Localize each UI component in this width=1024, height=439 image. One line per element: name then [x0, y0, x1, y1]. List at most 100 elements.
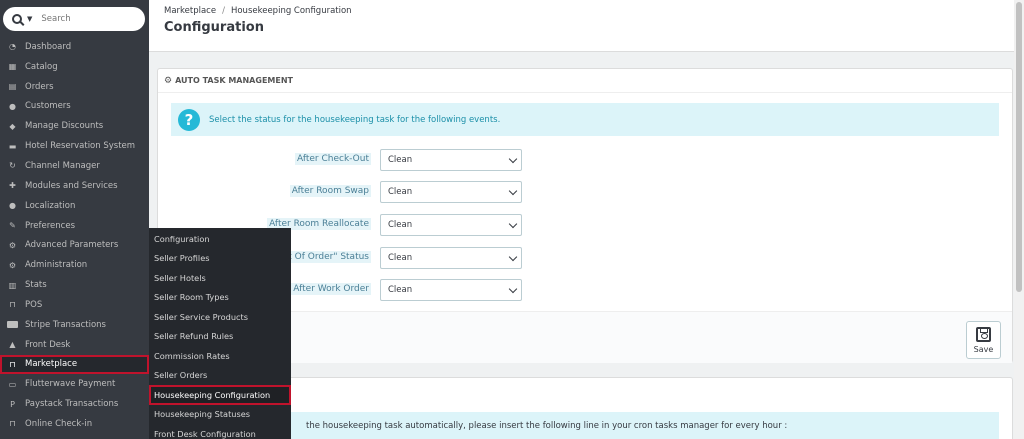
search-box[interactable]: ▼ [3, 7, 145, 31]
sidebar: ▼ ◔ Dashboard ▦ Catalog ▤ Orders ● Customers… [0, 0, 149, 439]
sidebar-item-label: Modules and Services [25, 180, 118, 191]
page-title: Configuration [164, 20, 264, 35]
field-label: After Room Swap [289, 185, 371, 197]
sidebar-item-label: Online Check-in [25, 418, 93, 429]
sidebar-item-catalog[interactable]: ▦ Catalog [0, 57, 149, 77]
cogs-icon: ⚙ [164, 75, 173, 86]
search-icon[interactable] [12, 14, 22, 24]
sidebar-item-paystack-transactions[interactable]: P Paystack Transactions [0, 394, 149, 414]
chevron-down-icon [508, 154, 518, 164]
sidebar-item-stats[interactable]: ▥ Stats [0, 275, 149, 295]
sidebar-item-manage-discounts[interactable]: ◆ Manage Discounts [0, 116, 149, 136]
gear-icon: ⚙ [8, 260, 17, 270]
chevron-down-icon [508, 219, 518, 229]
submenu-item-seller-service-products[interactable]: Seller Service Products [149, 307, 291, 327]
sidebar-item-label: Orders [25, 81, 54, 92]
submenu-item-seller-profiles[interactable]: Seller Profiles [149, 249, 291, 269]
field-label: t Of Order" Status [286, 251, 371, 263]
breadcrumb: Marketplace / Housekeeping Configuration [164, 6, 352, 16]
cron-info-text: the housekeeping task automatically, ple… [306, 421, 788, 431]
sidebar-item-administration[interactable]: ⚙ Administration [0, 255, 149, 275]
sidebar-menu: ◔ Dashboard ▦ Catalog ▤ Orders ● Customers ◆… [0, 37, 149, 434]
status-select-after-checkout[interactable]: Clean [380, 149, 522, 171]
submenu-item-seller-hotels[interactable]: Seller Hotels [149, 268, 291, 288]
save-label: Save [973, 344, 994, 354]
page-header: Marketplace / Housekeeping Configuration C… [149, 0, 1024, 52]
sidebar-item-label: Stripe Transactions [25, 319, 106, 330]
submenu-item-seller-room-types[interactable]: Seller Room Types [149, 288, 291, 308]
submenu-item-housekeeping-configuration[interactable]: Housekeeping Configuration [149, 385, 291, 405]
submenu-item-seller-orders[interactable]: Seller Orders [149, 366, 291, 386]
orders-icon: ▤ [8, 82, 17, 92]
bar-chart-icon: ▥ [8, 280, 17, 290]
sidebar-item-online-check-in[interactable]: ⊓ Online Check-in [0, 414, 149, 434]
sidebar-item-label: Dashboard [25, 41, 72, 52]
sidebar-item-label: POS [25, 299, 43, 310]
breadcrumb-current: Housekeeping Configuration [230, 6, 352, 16]
stripe-icon [7, 321, 18, 329]
marketplace-submenu: Configuration Seller Profiles Seller Hot… [149, 228, 291, 439]
scrollbar-thumb[interactable] [1016, 2, 1022, 292]
status-select-after-work-order[interactable]: Clean [380, 279, 522, 301]
bell-icon: ▲ [9, 340, 16, 350]
sidebar-item-preferences[interactable]: ✎ Preferences [0, 216, 149, 236]
search-input[interactable] [41, 14, 132, 24]
sidebar-item-modules-and-services[interactable]: ✚ Modules and Services [0, 176, 149, 196]
puzzle-icon: ✚ [9, 181, 16, 191]
submenu-item-seller-refund-rules[interactable]: Seller Refund Rules [149, 327, 291, 347]
submenu-item-commission-rates[interactable]: Commission Rates [149, 346, 291, 366]
submenu-item-front-desk-configuration[interactable]: Front Desk Configuration [149, 424, 291, 439]
panel-heading-title: AUTO TASK MANAGEMENT [175, 76, 293, 85]
sidebar-item-dashboard[interactable]: ◔ Dashboard [0, 37, 149, 57]
sidebar-item-label: Channel Manager [25, 160, 100, 171]
select-value: Clean [388, 155, 413, 165]
tag-icon: ◆ [9, 121, 16, 131]
save-button[interactable]: Save [966, 321, 1001, 359]
sidebar-item-localization[interactable]: ● Localization [0, 196, 149, 216]
globe-icon: ● [9, 201, 16, 211]
sidebar-item-hotel-reservation-system[interactable]: ▬ Hotel Reservation System [0, 136, 149, 156]
status-select-after-room-swap[interactable]: Clean [380, 181, 522, 203]
chevron-down-icon [508, 186, 518, 196]
bed-icon: ▬ [8, 141, 17, 151]
chevron-down-icon [508, 284, 518, 294]
sidebar-item-marketplace[interactable]: ⊓ Marketplace [0, 354, 149, 375]
cogs-icon: ⚙ [8, 240, 17, 250]
sidebar-item-orders[interactable]: ▤ Orders [0, 77, 149, 97]
form-row-after-checkout: After Check-Out Clean [158, 149, 1014, 171]
field-label: After Check-Out [295, 153, 371, 165]
sidebar-item-label: Manage Discounts [25, 121, 104, 132]
submenu-item-configuration[interactable]: Configuration [149, 229, 291, 249]
info-alert-text: Select the status for the housekeeping t… [209, 114, 501, 125]
sidebar-item-label: Stats [25, 280, 47, 291]
sidebar-item-label: Front Desk [25, 339, 71, 350]
wrench-icon: ✎ [9, 221, 16, 231]
catalog-icon: ▦ [8, 62, 17, 72]
floppy-disk-icon [976, 326, 991, 342]
chevron-down-icon [508, 252, 518, 262]
sidebar-item-label: Preferences [25, 220, 75, 231]
breadcrumb-parent[interactable]: Marketplace [164, 6, 216, 16]
sidebar-item-front-desk[interactable]: ▲ Front Desk [0, 335, 149, 355]
cart-icon: ⊓ [9, 419, 16, 429]
refresh-icon: ↻ [9, 161, 16, 171]
sidebar-item-flutterwave-payment[interactable]: ▭ Flutterwave Payment [0, 374, 149, 394]
sidebar-item-channel-manager[interactable]: ↻ Channel Manager [0, 156, 149, 176]
sidebar-item-customers[interactable]: ● Customers [0, 97, 149, 117]
status-select-after-room-reallocate[interactable]: Clean [380, 214, 522, 236]
sidebar-item-label: Customers [25, 101, 71, 112]
form-row-after-room-swap: After Room Swap Clean [158, 181, 1014, 203]
sidebar-item-label: Administration [25, 260, 88, 271]
submenu-item-housekeeping-statuses[interactable]: Housekeeping Statuses [149, 405, 291, 425]
caret-down-icon[interactable]: ▼ [27, 15, 32, 23]
field-label: After Work Order [291, 283, 371, 295]
status-select-out-of-order[interactable]: Clean [380, 247, 522, 269]
page-scrollbar[interactable] [1014, 0, 1024, 439]
cart-icon: ⊓ [9, 359, 16, 369]
sidebar-item-pos[interactable]: ⊓ POS [0, 295, 149, 315]
panel-heading: ⚙ AUTO TASK MANAGEMENT [158, 69, 1012, 93]
paystack-icon: P [10, 399, 15, 409]
sidebar-item-stripe-transactions[interactable]: Stripe Transactions [0, 315, 149, 335]
sidebar-item-label: Hotel Reservation System [25, 141, 136, 152]
sidebar-item-advanced-parameters[interactable]: ⚙ Advanced Parameters [0, 235, 149, 255]
